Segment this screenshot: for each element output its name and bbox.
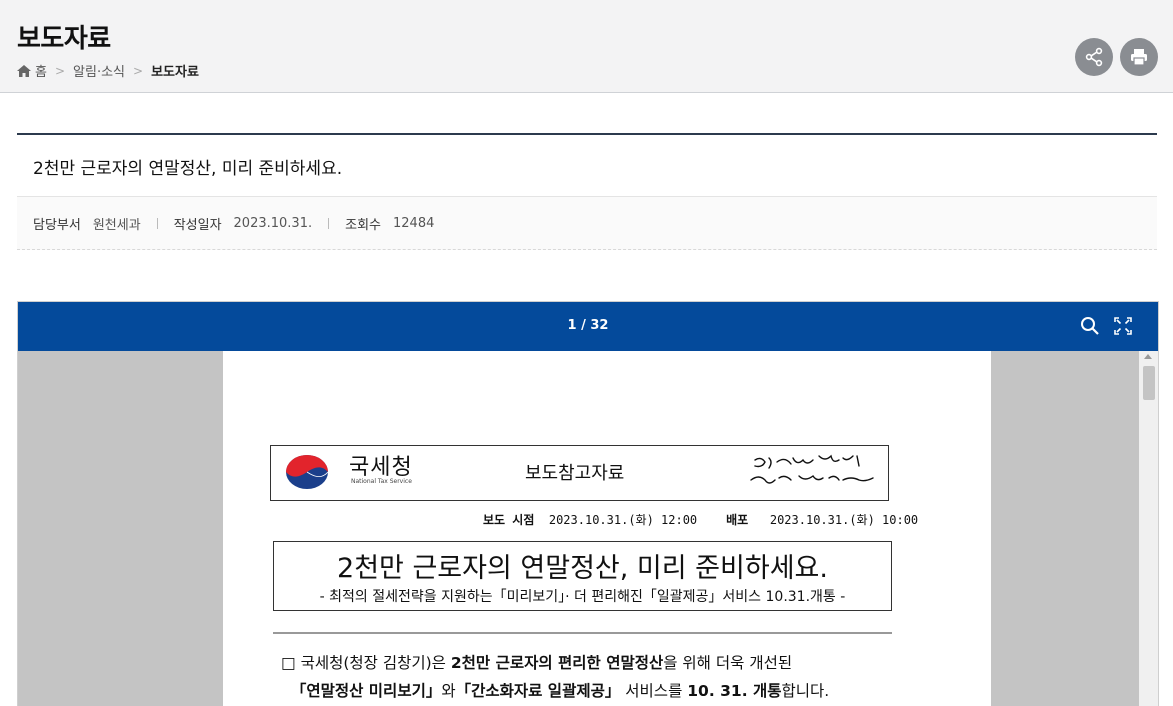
viewer-canvas[interactable]: 국세청 National Tax Service 보도참고자료 보도 시점 20… [18, 351, 1158, 706]
doc-paragraph: □ 국세청(청장 김창기)은 2천만 근로자의 편리한 연말정산을 위해 더욱 … [281, 649, 901, 705]
doc-header-box: 국세청 National Tax Service 보도참고자료 [270, 445, 889, 501]
dept-label: 담당부서 [33, 217, 81, 233]
print-icon [1131, 49, 1147, 66]
nts-logo-icon [286, 455, 329, 489]
date-label: 작성일자 [173, 217, 222, 233]
page-indicator: 1 / 32 [567, 318, 609, 333]
document-page: 국세청 National Tax Service 보도참고자료 보도 시점 20… [223, 351, 991, 706]
para-text: 서비스를 [620, 682, 688, 700]
meta-divider [328, 217, 330, 229]
viewer-toolbar: 1 / 32 [18, 302, 1158, 351]
breadcrumb-home[interactable]: 홈 [35, 61, 47, 80]
doc-divider [273, 632, 892, 634]
meta-divider [156, 217, 158, 229]
breadcrumb-news[interactable]: 알림·소식 [73, 61, 125, 80]
chevron-right-icon: > [54, 63, 66, 78]
print-button[interactable] [1120, 38, 1158, 76]
dept-value: 원천세과 [92, 217, 141, 233]
doc-subtitle: - 최적의 절세전략을 지원하는「미리보기」· 더 편리해진「일괄제공」서비스 … [319, 589, 846, 605]
home-icon[interactable] [17, 64, 31, 77]
scrollbar-thumb[interactable] [1143, 366, 1155, 400]
search-icon[interactable] [1080, 316, 1100, 336]
distribution-time: 2023.10.31.(화) 10:00 [769, 513, 919, 527]
release-label: 보도 시점 [483, 513, 535, 527]
date-value: 2023.10.31. [233, 215, 313, 231]
agency-name: 국세청 [349, 455, 413, 480]
article-title: 2천만 근로자의 연말정산, 미리 준비하세요. [33, 159, 343, 179]
chevron-right-icon: > [133, 63, 144, 78]
para-text: 합니다. [781, 682, 830, 700]
breadcrumb: 홈 > 알림·소식 > 보도자료 [17, 61, 199, 80]
viewer-scrollbar[interactable] [1139, 351, 1158, 706]
document-viewer[interactable]: 1 / 32 국세청 National Tax Service 보도참고자료 보… [17, 301, 1159, 706]
para-bold: 「간소화자료 일괄제공」 [455, 682, 621, 700]
para-bold: 2천만 근로자의 편리한 연말정산 [450, 654, 664, 672]
document-type: 보도참고자료 [525, 463, 625, 484]
doc-title-box: 2천만 근로자의 연말정산, 미리 준비하세요. - 최적의 절세전략을 지원하… [273, 541, 892, 611]
article-top-rule [17, 133, 1157, 135]
para-bold: 10. 31. 개통 [687, 682, 782, 700]
para-text: 을 위해 더욱 개선된 [663, 654, 793, 672]
para-text: □ 국세청(청장 김창기)은 [281, 654, 451, 672]
views-label: 조회수 [345, 217, 381, 233]
page-header: 보도자료 홈 > 알림·소식 > 보도자료 [0, 0, 1173, 93]
doc-title: 2천만 근로자의 연말정산, 미리 준비하세요. [337, 553, 828, 584]
agency-eng-name: National Tax Service [351, 478, 412, 485]
fullscreen-icon[interactable] [1114, 317, 1132, 335]
scroll-up-arrow-icon[interactable] [1144, 354, 1152, 359]
page-title: 보도자료 [17, 24, 111, 54]
release-info: 보도 시점 2023.10.31.(화) 12:00 배포 2023.10.31… [483, 511, 918, 528]
article-meta: 담당부서 원천세과 작성일자 2023.10.31. 조회수 12484 [17, 196, 1157, 250]
views-value: 12484 [393, 215, 435, 231]
para-bold: 「연말정산 미리보기」 [290, 682, 442, 700]
para-text: 와 [441, 682, 456, 700]
share-icon [1085, 47, 1103, 67]
release-time: 2023.10.31.(화) 12:00 [548, 513, 698, 527]
handwritten-slogan-icon [750, 454, 874, 484]
breadcrumb-current[interactable]: 보도자료 [151, 61, 199, 80]
distribution-label: 배포 [726, 513, 749, 527]
share-button[interactable] [1075, 38, 1113, 76]
